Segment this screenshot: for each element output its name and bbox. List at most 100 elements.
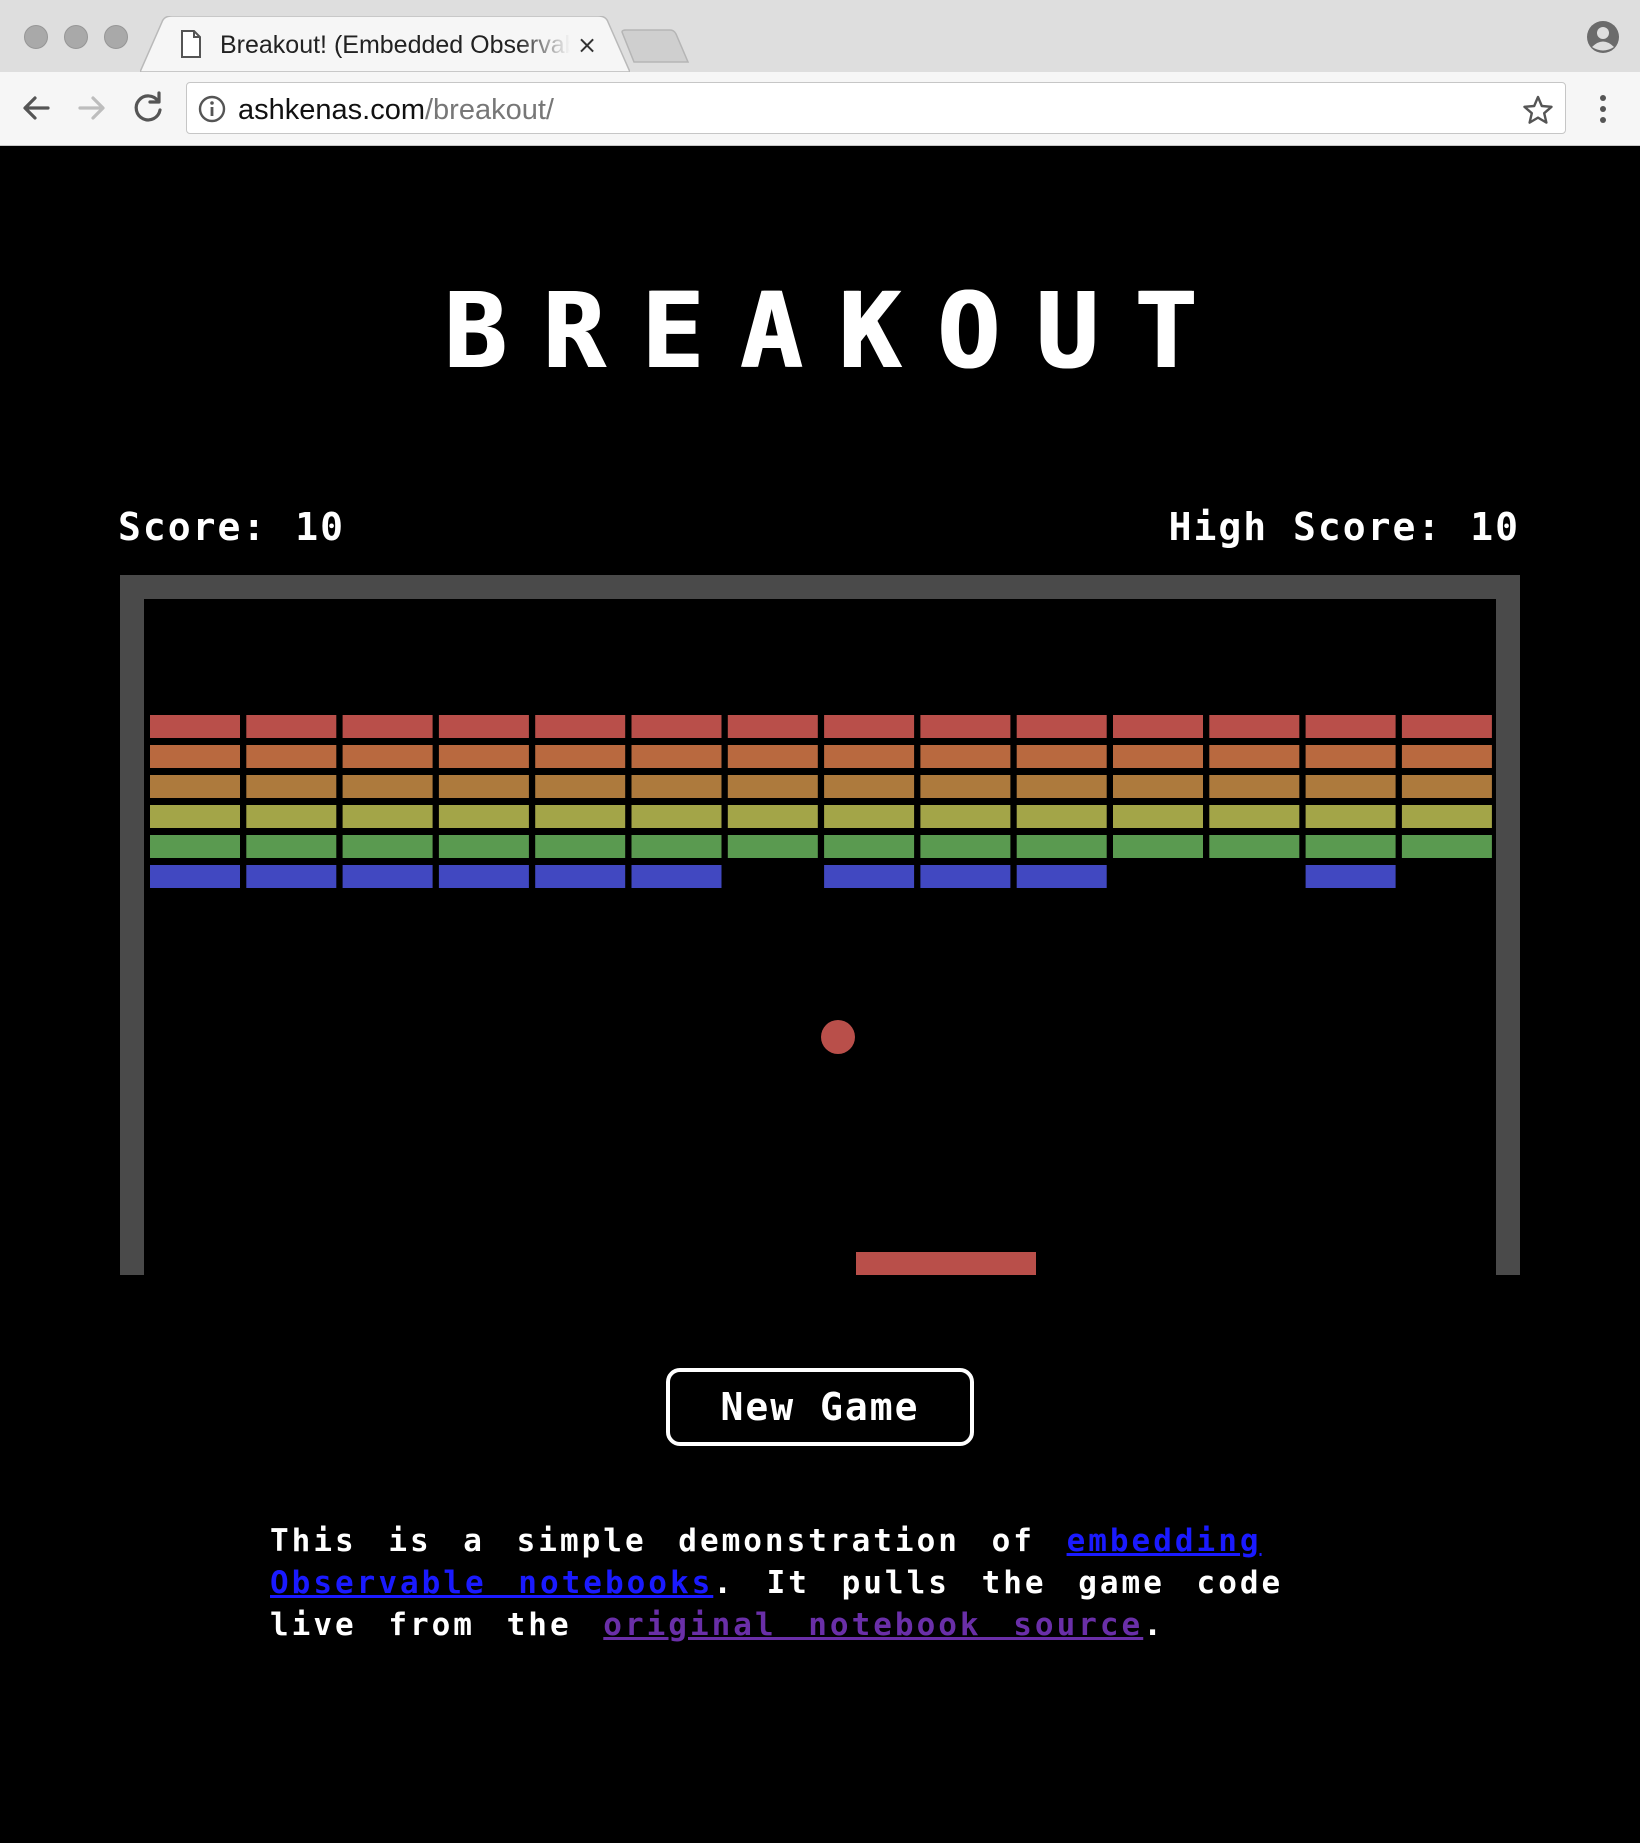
page-icon xyxy=(181,30,201,58)
brick xyxy=(150,775,240,798)
brick xyxy=(1209,805,1300,828)
brick xyxy=(1401,775,1492,798)
brick xyxy=(920,805,1011,828)
brick xyxy=(1113,715,1203,738)
top-wall xyxy=(120,575,1520,599)
brick xyxy=(1209,715,1300,738)
brick xyxy=(920,745,1011,768)
brick xyxy=(824,805,915,828)
brick xyxy=(1016,865,1107,888)
description-part-3: . xyxy=(1143,1607,1165,1643)
brick xyxy=(631,835,722,858)
high-score-value: 10 xyxy=(1470,505,1520,549)
brick xyxy=(1209,835,1300,858)
game-board[interactable] xyxy=(120,575,1520,1275)
score-value: 10 xyxy=(295,505,346,549)
ball xyxy=(821,1020,855,1054)
brick xyxy=(824,775,915,798)
brick xyxy=(246,835,337,858)
page-title: BREAKOUT xyxy=(443,270,1233,392)
brick xyxy=(246,865,337,888)
brick xyxy=(631,745,722,768)
brick xyxy=(631,775,722,798)
brick xyxy=(535,835,626,858)
brick xyxy=(342,715,433,738)
description-text: This is a simple demonstration of embedd… xyxy=(270,1520,1380,1646)
brick xyxy=(1209,775,1300,798)
window-close-button[interactable] xyxy=(24,25,48,49)
brick xyxy=(150,745,240,768)
brick xyxy=(1401,805,1492,828)
brick-grid xyxy=(150,715,1492,888)
brick xyxy=(727,835,818,858)
brick xyxy=(1113,775,1203,798)
new-tab-button[interactable] xyxy=(620,28,692,64)
brick xyxy=(631,715,722,738)
brick xyxy=(1305,745,1396,768)
brick xyxy=(246,805,337,828)
brick xyxy=(631,805,722,828)
brick xyxy=(920,715,1011,738)
brick xyxy=(920,835,1011,858)
brick xyxy=(1016,745,1107,768)
brick xyxy=(342,745,433,768)
brick xyxy=(824,715,915,738)
browser-menu-icon[interactable] xyxy=(1592,92,1614,126)
description-part-1: This is a simple demonstration of xyxy=(270,1523,1067,1559)
brick xyxy=(438,775,529,798)
brick xyxy=(727,805,818,828)
brick xyxy=(1305,865,1396,888)
notebook-source-link[interactable]: original notebook source xyxy=(603,1607,1143,1643)
reload-icon[interactable] xyxy=(128,88,168,128)
brick xyxy=(535,775,626,798)
brick xyxy=(1016,805,1107,828)
tab-close-icon[interactable]: × xyxy=(574,28,600,62)
tab-title: Breakout! (Embedded Observable Notebook) xyxy=(220,31,570,59)
brick xyxy=(342,775,433,798)
window-minimize-button[interactable] xyxy=(64,25,88,49)
bookmark-star-icon[interactable] xyxy=(1522,94,1554,126)
brick xyxy=(246,745,337,768)
url-path: /breakout/ xyxy=(425,94,554,126)
score-label: Score: xyxy=(118,505,268,549)
brick xyxy=(727,775,818,798)
brick xyxy=(1016,835,1107,858)
brick xyxy=(824,745,915,768)
brick xyxy=(1016,775,1107,798)
brick xyxy=(438,715,529,738)
brick xyxy=(1401,715,1492,738)
brick xyxy=(438,805,529,828)
url-text[interactable]: ashkenas.com/breakout/ xyxy=(238,90,554,130)
brick xyxy=(342,805,433,828)
brick xyxy=(824,865,915,888)
brick xyxy=(535,865,626,888)
window-zoom-button[interactable] xyxy=(104,25,128,49)
brick xyxy=(535,805,626,828)
brick xyxy=(535,745,626,768)
forward-icon[interactable] xyxy=(72,88,112,128)
high-score-label: High Score: xyxy=(1168,505,1443,549)
back-icon[interactable] xyxy=(16,88,56,128)
brick xyxy=(727,715,818,738)
brick xyxy=(920,865,1011,888)
brick xyxy=(824,835,915,858)
brick xyxy=(150,835,240,858)
brick xyxy=(535,715,626,738)
brick xyxy=(631,865,722,888)
brick xyxy=(246,775,337,798)
brick xyxy=(342,865,433,888)
brick xyxy=(150,805,240,828)
brick xyxy=(1113,835,1203,858)
paddle[interactable] xyxy=(856,1252,1036,1275)
url-host: ashkenas.com xyxy=(238,94,425,126)
profile-icon[interactable] xyxy=(1586,20,1620,54)
brick xyxy=(1305,775,1396,798)
brick xyxy=(1305,715,1396,738)
brick xyxy=(1401,835,1492,858)
brick xyxy=(246,715,337,738)
site-info-icon[interactable] xyxy=(198,95,226,123)
brick xyxy=(727,745,818,768)
brick xyxy=(1016,715,1107,738)
brick xyxy=(1305,805,1396,828)
new-game-button[interactable]: New Game xyxy=(666,1368,974,1446)
